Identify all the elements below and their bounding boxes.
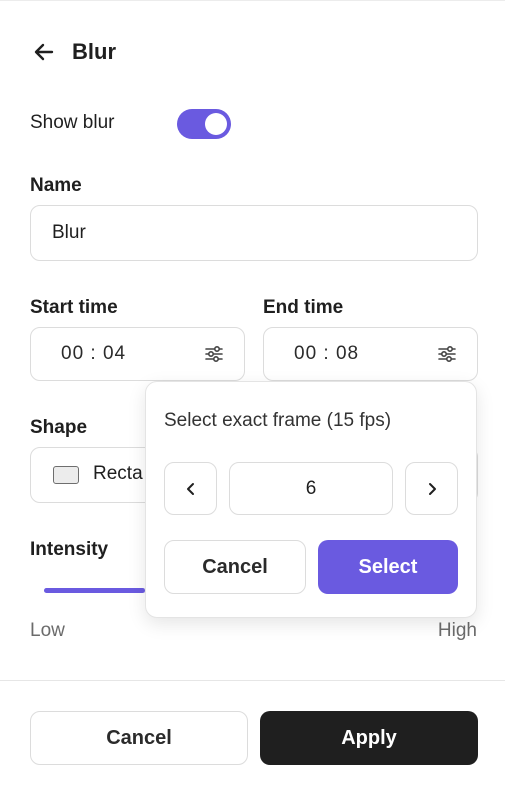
frame-picker-title: Select exact frame (15 fps) — [164, 410, 392, 431]
frame-number-input[interactable] — [229, 462, 393, 515]
intensity-low-label: Low — [30, 620, 65, 641]
start-time-field[interactable]: 00 : 04 — [30, 327, 245, 381]
previous-frame-button[interactable] — [164, 462, 217, 515]
sliders-icon[interactable] — [437, 344, 457, 364]
footer-divider — [0, 680, 505, 681]
cancel-button[interactable]: Cancel — [30, 711, 248, 765]
apply-button[interactable]: Apply — [260, 711, 478, 765]
arrow-left-icon — [34, 43, 54, 61]
chevron-right-icon — [428, 482, 436, 495]
shape-value: Recta — [93, 463, 143, 484]
name-label: Name — [30, 175, 82, 196]
intensity-slider-fill — [44, 588, 145, 593]
top-divider — [0, 0, 505, 1]
next-frame-button[interactable] — [405, 462, 458, 515]
end-time-value: 00 : 08 — [294, 343, 360, 364]
end-time-field[interactable]: 00 : 08 — [263, 327, 478, 381]
show-blur-toggle[interactable] — [177, 109, 231, 139]
rectangle-icon — [53, 466, 79, 484]
start-time-label: Start time — [30, 297, 118, 318]
end-time-label: End time — [263, 297, 344, 318]
sliders-icon[interactable] — [204, 344, 224, 364]
frame-cancel-button[interactable]: Cancel — [164, 540, 306, 594]
back-button[interactable] — [30, 38, 58, 66]
frame-picker-popover: Select exact frame (15 fps) Cancel Selec… — [145, 381, 477, 618]
show-blur-label: Show blur — [30, 112, 115, 133]
toggle-knob — [205, 113, 227, 135]
page-title: Blur — [72, 39, 116, 64]
start-time-value: 00 : 04 — [61, 343, 127, 364]
shape-label: Shape — [30, 417, 88, 438]
name-input[interactable] — [30, 205, 478, 261]
chevron-left-icon — [186, 482, 194, 495]
intensity-label: Intensity — [30, 539, 109, 560]
frame-select-button[interactable]: Select — [318, 540, 458, 594]
intensity-high-label: High — [437, 620, 477, 641]
